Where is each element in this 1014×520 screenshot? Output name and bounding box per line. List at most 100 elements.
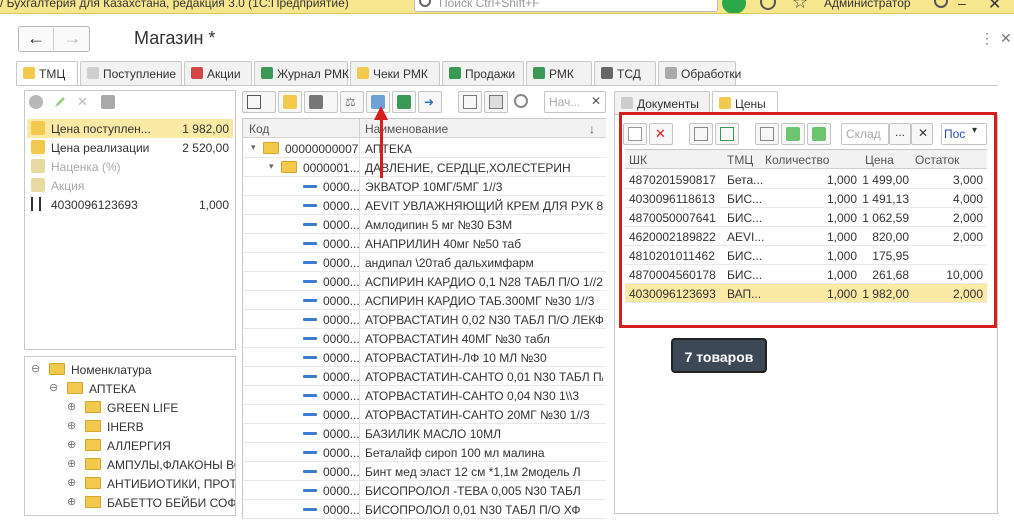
favorites-star-icon[interactable]: ☆ (792, 0, 808, 13)
more-actions-icon[interactable]: ⋮ (980, 30, 996, 47)
item-icon (303, 432, 317, 435)
table-row[interactable]: 0000... АТОРВАСТАТИН 40МГ №30 табл (242, 329, 606, 348)
table-row[interactable]: 0000... АТОРВАСТАТИН-ЛФ 10 МЛ №30 (242, 348, 606, 367)
table-row[interactable]: 0000... АТОРВАСТАТИН-САНТО 0,04 N30 1\\3 (242, 386, 606, 405)
export-button[interactable] (392, 91, 416, 113)
forward-button[interactable]: ➜ (418, 91, 442, 113)
history-icon[interactable] (760, 0, 776, 10)
clear-search-icon[interactable]: ✕ (591, 94, 601, 108)
expand-icon[interactable]: ⊕ (67, 438, 76, 451)
list-icon (463, 95, 477, 109)
price-row[interactable]: Цена реализации 2 520,00 (27, 138, 233, 157)
right-tab-0[interactable]: Документы (614, 91, 710, 114)
table-row[interactable]: 0000... БИСОПРОЛОЛ -ТЕВА 0,005 N30 ТАБЛ (242, 481, 606, 500)
right-tab-1[interactable]: Цены (712, 91, 778, 114)
tab-8[interactable]: Обработки (658, 61, 741, 85)
table-row[interactable]: 0000... AEVIT УВЛАЖНЯЮЩИЙ КРЕМ ДЛЯ РУК 80… (242, 196, 606, 215)
tree-item[interactable]: ⊖ АПТЕКА (25, 379, 235, 398)
tab-1[interactable]: Поступление (80, 61, 182, 85)
list-search-input[interactable]: Нач... ✕ (544, 91, 606, 113)
price-tag-icon (31, 178, 45, 192)
table-row[interactable]: 0000... БАЗИЛИК МАСЛО 10МЛ (242, 424, 606, 443)
item-icon (303, 489, 317, 492)
print-button[interactable] (304, 91, 338, 113)
list-view-button[interactable] (242, 91, 276, 113)
tab-4[interactable]: Чеки РМК (350, 61, 440, 85)
price-row[interactable]: Цена поступлен... 1 982,00 (27, 119, 233, 138)
find-button[interactable] (510, 91, 534, 113)
row-name: АТОРВАСТАТИН-САНТО 0,04 N30 1\\3 (365, 389, 580, 403)
tab-2[interactable]: Акции (184, 61, 252, 85)
tree-mode-button[interactable] (484, 91, 508, 113)
table-row[interactable]: 0000... АТОРВАСТАТИН 0,02 N30 ТАБЛ П/О ЛЕ… (242, 310, 606, 329)
table-row[interactable]: 0000... АТОРВАСТАТИН-САНТО 20МГ №30 1//3 (242, 405, 606, 424)
delete-icon[interactable]: ✕ (77, 95, 91, 109)
expand-icon[interactable]: ⊕ (67, 457, 76, 470)
tree-item[interactable]: ⊕ АЛЛЕРГИЯ (25, 436, 235, 455)
row-divider (359, 215, 360, 233)
tree-item[interactable]: ⊕ GREEN LIFE (25, 398, 235, 417)
collapse-icon[interactable]: ⊖ (31, 362, 40, 375)
price-row[interactable]: Наценка (%) (27, 157, 233, 176)
current-user[interactable]: Администратор (824, 0, 911, 10)
row-divider (359, 272, 360, 290)
table-row[interactable]: 0000... АТОРВАСТАТИН-САНТО 0,01 N30 ТАБЛ … (242, 367, 606, 386)
folder-button[interactable] (278, 91, 302, 113)
scales-button[interactable]: ⚖ (340, 91, 364, 113)
expand-icon[interactable]: ⊕ (67, 476, 76, 489)
main-menu-icon[interactable] (934, 0, 948, 8)
tab-label: Продажи (465, 67, 516, 81)
price-tag-icon (31, 121, 45, 135)
table-row[interactable]: 0000... АНАПРИЛИН 40мг №50 таб (242, 234, 606, 253)
table-row[interactable]: 0000... Бинт мед эласт 12 см *1,1м 2модел… (242, 462, 606, 481)
collapse-icon[interactable]: ⊖ (49, 381, 58, 394)
list-search-placeholder: Нач... (549, 95, 581, 109)
item-icon (303, 318, 317, 321)
tab-5[interactable]: Продажи (442, 61, 524, 85)
tree-item[interactable]: ⊕ АНТИБИОТИКИ, ПРОТИ (25, 474, 235, 493)
price-row-label: 4030096123693 (51, 198, 138, 212)
tree-item[interactable]: ⊕ БАБЕТТО БЕЙБИ СОФТ (25, 493, 235, 512)
table-row[interactable]: ▾ 0000001... ДАВЛЕНИЕ, СЕРДЦЕ,ХОЛЕСТЕРИН (242, 158, 606, 177)
tab-6[interactable]: РМК (526, 61, 592, 85)
sort-arrow-icon[interactable]: ↓ (589, 122, 595, 136)
table-row[interactable]: 0000... андипал \20таб дальхимфарм (242, 253, 606, 272)
tree-item-label: АПТЕКА (89, 382, 136, 396)
add-icon[interactable] (29, 95, 43, 109)
expand-icon[interactable]: ⊕ (67, 400, 76, 413)
notifications-icon[interactable] (722, 0, 746, 13)
table-row[interactable]: 0000... Амлодипин 5 мг №30 БЗМ (242, 215, 606, 234)
expand-icon[interactable]: ⊕ (67, 419, 76, 432)
tree-item[interactable]: ⊕ IHERB (25, 417, 235, 436)
list-mode-button[interactable] (458, 91, 482, 113)
save-icon[interactable] (101, 95, 115, 109)
close-window-icon[interactable]: ✕ (988, 0, 1001, 13)
back-arrow-icon[interactable]: ← (19, 28, 54, 50)
global-search-input[interactable]: Поиск Ctrl+Shift+F (414, 0, 718, 12)
expand-arrow-icon[interactable]: ▾ (269, 161, 274, 172)
price-row[interactable]: 4030096123693 1,000 (27, 195, 233, 214)
table-row[interactable]: 0000... БИСОПРОЛОЛ 0,01 N30 ТАБЛ П/О ХФ (242, 500, 606, 519)
price-row[interactable]: Акция (27, 176, 233, 195)
table-row[interactable]: 0000... ЭКВАТОР 10МГ/5МГ 1//3 (242, 177, 606, 196)
col-code[interactable]: Код (249, 122, 269, 136)
row-name: АТОРВАСТАТИН-САНТО 20МГ №30 1//3 (365, 408, 590, 422)
tab-label: ТСД (617, 67, 641, 81)
minimize-icon[interactable]: – (958, 0, 966, 11)
tree-item[interactable]: ⊖ Номенклатура (25, 360, 235, 379)
forward-arrow-icon[interactable]: → (55, 28, 90, 50)
tab-0[interactable]: ТМЦ (16, 61, 78, 86)
table-row[interactable]: ▾ 00000000007 АПТЕКА (242, 139, 606, 158)
price-tag-icon (31, 159, 45, 173)
tab-3[interactable]: Журнал РМК (254, 61, 349, 85)
table-row[interactable]: 0000... АСПИРИН КАРДИО ТАБ.300МГ №30 1//3 (242, 291, 606, 310)
table-row[interactable]: 0000... Беталайф сироп 100 мл малина (242, 443, 606, 462)
table-row[interactable]: 0000... АСПИРИН КАРДИО 0,1 N28 ТАБЛ П/О 1… (242, 272, 606, 291)
tab-7[interactable]: ТСД (594, 61, 656, 85)
close-form-icon[interactable]: ✕ (1000, 30, 1012, 47)
expand-arrow-icon[interactable]: ▾ (251, 142, 256, 153)
col-name[interactable]: Наименование (365, 122, 448, 136)
tree-item[interactable]: ⊕ АМПУЛЫ,ФЛАКОНЫ ВС (25, 455, 235, 474)
expand-icon[interactable]: ⊕ (67, 495, 76, 508)
edit-icon[interactable] (53, 95, 67, 109)
